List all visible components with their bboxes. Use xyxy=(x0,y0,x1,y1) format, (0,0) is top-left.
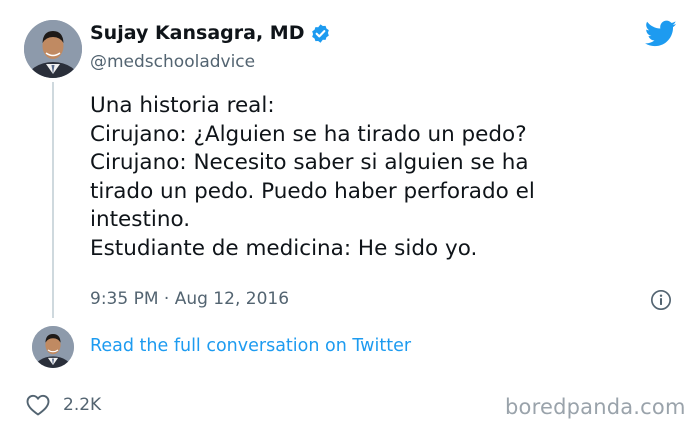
author-avatar[interactable] xyxy=(24,20,82,78)
like-count: 2.2K xyxy=(63,395,102,415)
tweet-line: Estudiante de medicina: He sido yo. xyxy=(90,235,478,261)
verified-badge-icon xyxy=(312,23,330,43)
author-display-name[interactable]: Sujay Kansagra, MD xyxy=(90,22,331,44)
tweet-timestamp[interactable]: 9:35 PM · Aug 12, 2016 xyxy=(90,289,289,309)
tweet-line: Una historia real: xyxy=(90,93,275,118)
avatar-portrait-icon xyxy=(24,20,82,78)
tweet-line: Cirujano: ¿Alguien se ha tirado un pedo? xyxy=(90,121,527,147)
thread-connector-line xyxy=(52,82,54,318)
tweet-line: tirado un pedo. Puedo haber perforado el xyxy=(90,178,535,204)
tweet-line: intestino. xyxy=(90,207,191,232)
author-name-text: Sujay Kansagra, MD xyxy=(90,22,305,44)
heart-icon xyxy=(26,394,50,416)
author-avatar-small[interactable] xyxy=(32,326,74,368)
like-button[interactable]: 2.2K xyxy=(26,394,101,416)
tweet-text: Una historia real: Cirujano: ¿Alguien se… xyxy=(90,92,650,263)
read-conversation-link[interactable]: Read the full conversation on Twitter xyxy=(90,336,411,356)
watermark: boredpanda.com xyxy=(505,395,686,419)
author-handle[interactable]: @medschooladvice xyxy=(90,52,255,72)
tweet-line: Cirujano: Necesito saber si alguien se h… xyxy=(90,150,529,175)
info-icon[interactable] xyxy=(650,289,672,311)
avatar-portrait-icon xyxy=(32,326,74,368)
twitter-bird-icon[interactable] xyxy=(645,20,677,48)
